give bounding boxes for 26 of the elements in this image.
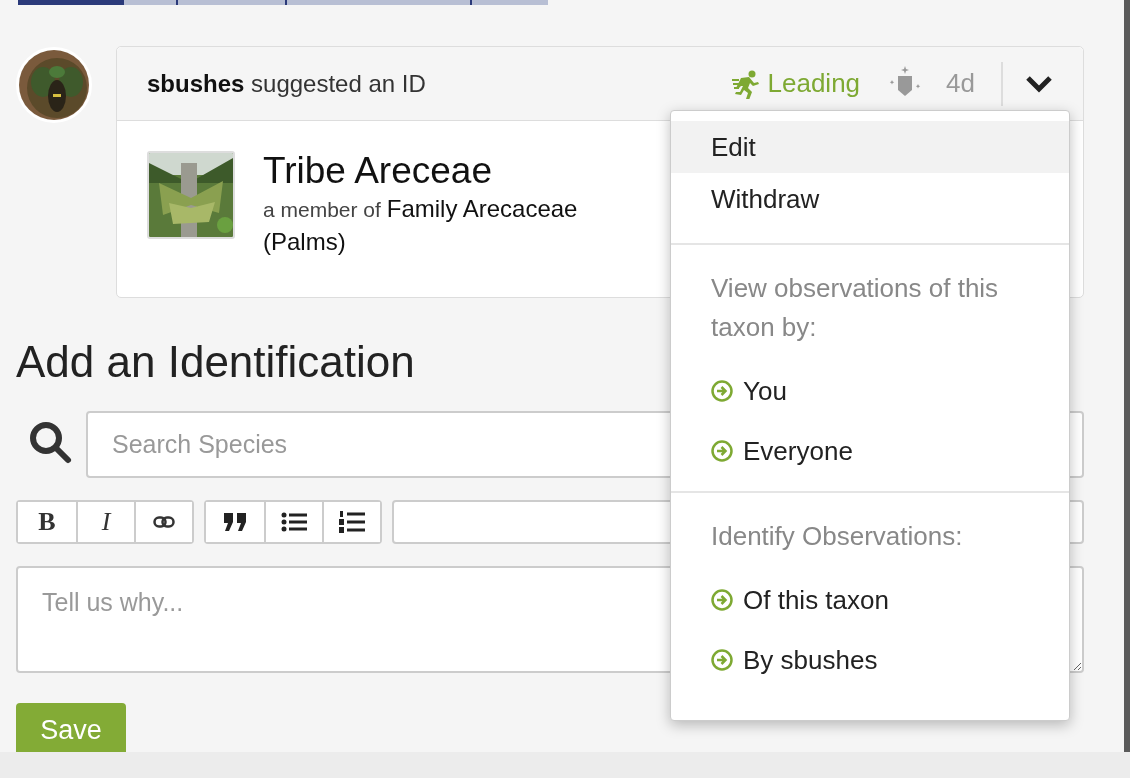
taxon-parent-text: a member of Family Arecaceae (Palms) <box>263 193 578 258</box>
leading-status: Leading <box>731 64 861 103</box>
running-person-icon <box>731 68 760 99</box>
scrollbar[interactable] <box>1124 0 1130 752</box>
arrow-circle-icon <box>711 589 733 611</box>
age-text: 4d <box>946 67 975 100</box>
section-heading: Add an Identification <box>16 336 416 388</box>
link-button[interactable] <box>134 501 192 542</box>
arrow-circle-icon <box>711 380 733 402</box>
link-icon <box>153 515 175 528</box>
taxon-name[interactable]: Tribe Areceae <box>263 151 578 192</box>
menu-item[interactable]: Of this taxon <box>671 570 1069 630</box>
menu-header: View observations of this taxon by: <box>710 272 1000 344</box>
quote-icon <box>223 511 247 532</box>
menu-item[interactable]: Edit <box>671 121 1069 173</box>
dropdown-toggle[interactable] <box>1001 61 1053 106</box>
chevron-down-icon <box>1025 74 1053 93</box>
menu-item[interactable]: Everyone <box>671 421 1069 481</box>
arrow-circle-icon <box>711 440 733 462</box>
suggestion-text: sbushes suggested an ID <box>147 68 426 99</box>
arrow-circle-icon <box>711 649 733 671</box>
numbered-list-button[interactable] <box>322 501 380 542</box>
menu-item[interactable]: Withdraw <box>671 173 1069 225</box>
menu-header: Identify Observations: <box>710 520 964 553</box>
numbered-list-icon <box>339 510 365 533</box>
bullet-list-icon <box>281 511 307 532</box>
